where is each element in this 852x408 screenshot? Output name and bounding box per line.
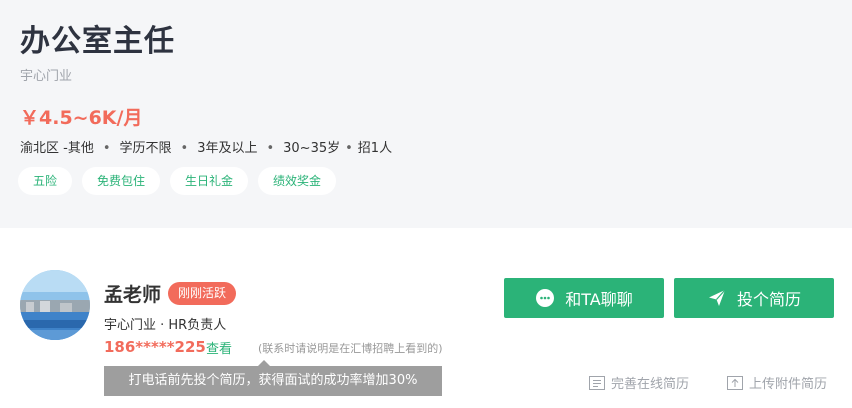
recruiter-name: 孟老师 [104,284,162,306]
job-requirements: 渝北区 -其他 • 学历不限 • 3年及以上 • 30~35岁 • 招1人 [20,137,392,156]
apply-button[interactable]: 投个简历 [674,278,834,318]
paper-plane-icon [708,289,726,306]
complete-resume-link[interactable]: 完善在线简历 [589,373,689,392]
separator-dot: • [180,141,189,156]
recruiter-role: 宇心门业 · HR负责人 [104,318,227,333]
tooltip: 打电话前先投个简历，获得面试的成功率增加30% [104,360,442,396]
req-headcount: 招1人 [357,141,393,156]
salary: ￥4.5~6K/月 [20,107,143,129]
apply-button-label: 投个简历 [736,290,801,309]
req-education: 学历不限 [119,141,172,156]
req-age: 30~35岁 [283,141,341,156]
chat-button-label: 和TA聊聊 [565,290,633,309]
job-title: 办公室主任 [20,24,175,59]
complete-resume-label: 完善在线简历 [611,377,690,392]
separator-dot: • [266,141,275,156]
document-list-icon [589,375,605,390]
benefit-tag: 生日礼金 [170,167,249,195]
contact-note: (联系时请说明是在汇博招聘上看到的) [258,342,443,355]
benefit-tag: 免费包住 [82,167,161,195]
benefit-tags: 五险 免费包住 生日礼金 绩效奖金 [18,167,337,195]
avatar-image [20,270,90,340]
chat-bubble-icon [536,289,555,307]
phone-number: 186*****225 [104,338,206,356]
benefit-tag: 绩效奖金 [258,167,337,195]
separator-dot: • [102,141,111,156]
company-name[interactable]: 宇心门业 [20,65,72,84]
view-phone-link[interactable]: 查看 [206,338,232,357]
upload-resume-label: 上传附件简历 [749,377,828,392]
upload-icon [727,375,743,390]
status-badge: 刚刚活跃 [168,282,237,305]
job-header: 办公室主任 宇心门业 ￥4.5~6K/月 渝北区 -其他 • 学历不限 • 3年及以上 •… [0,0,852,228]
req-location: 渝北区 -其他 [20,141,94,156]
chat-button[interactable]: 和TA聊聊 [504,278,664,318]
avatar [20,270,90,340]
req-experience: 3年及以上 [197,141,258,156]
separator-dot: • [345,141,353,156]
benefit-tag: 五险 [18,167,73,195]
upload-resume-link[interactable]: 上传附件简历 [727,373,827,392]
